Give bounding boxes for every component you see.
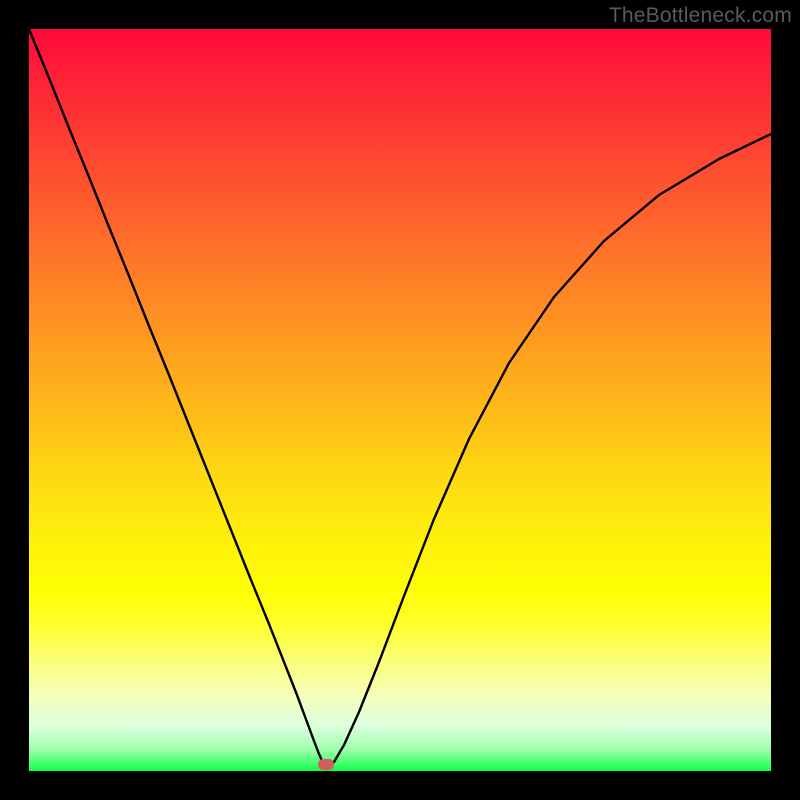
- watermark-text: TheBottleneck.com: [609, 4, 792, 28]
- optimal-point-marker: [318, 759, 334, 770]
- bottleneck-curve: [29, 29, 771, 771]
